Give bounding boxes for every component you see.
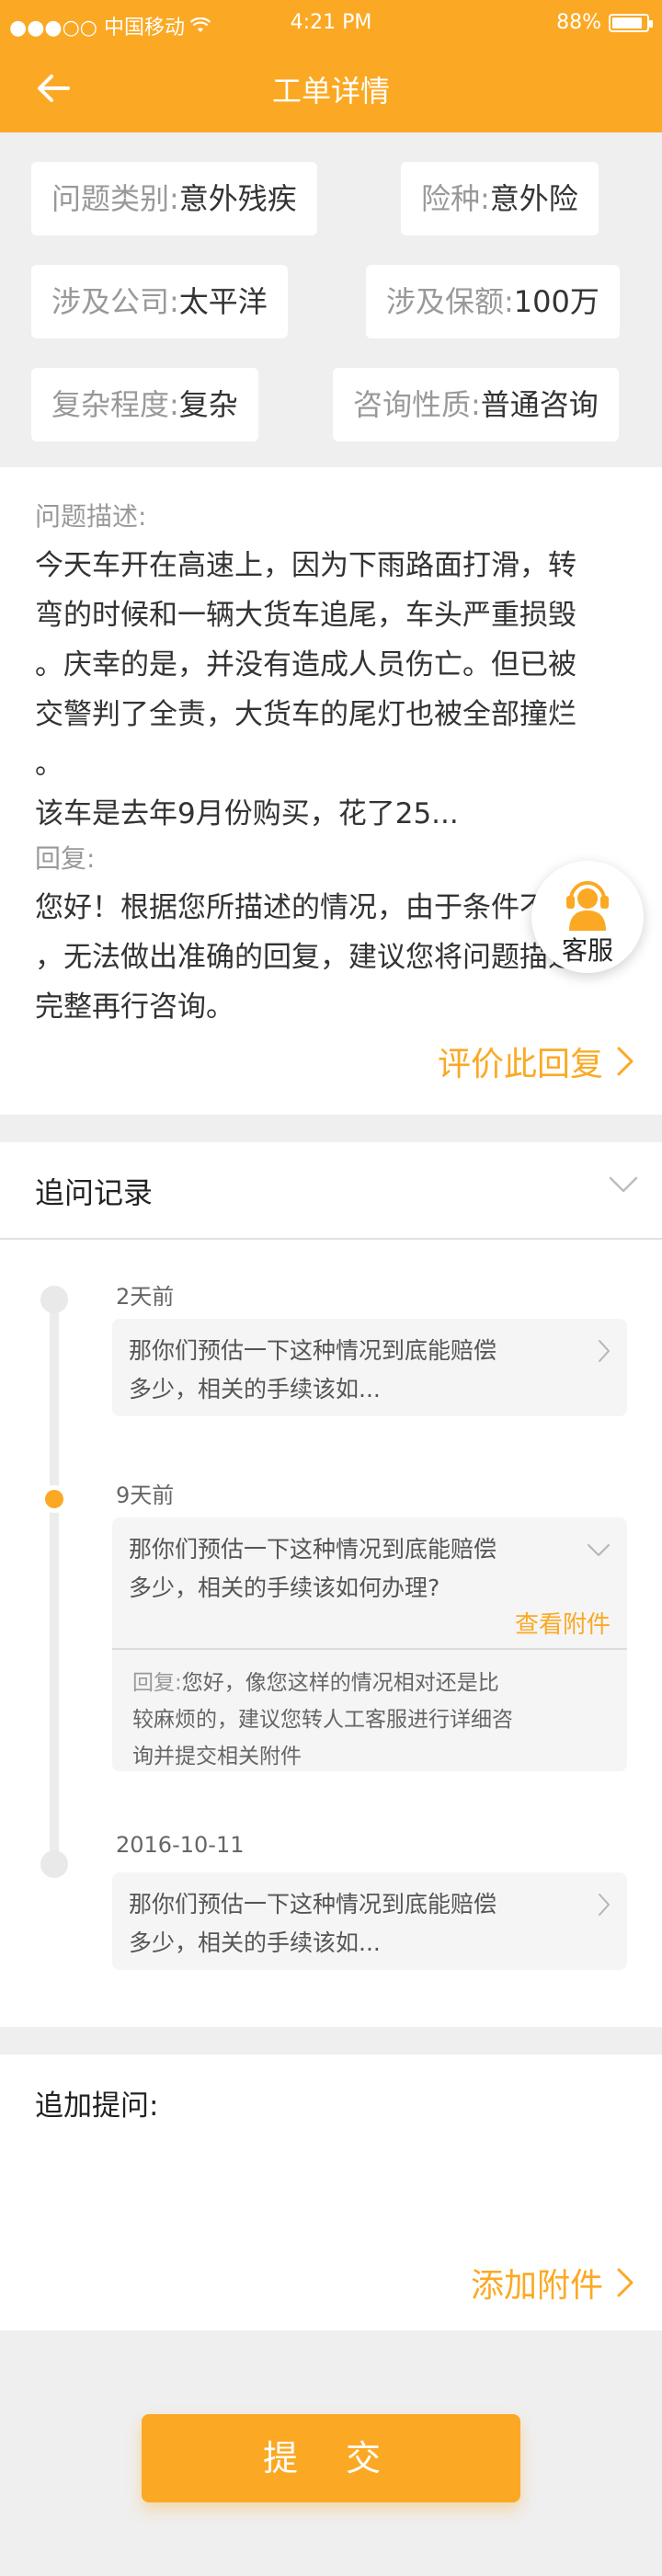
submit-button[interactable]: 提 交 bbox=[142, 2414, 520, 2502]
add-question-card: 追加提问: 添加附件 bbox=[0, 2055, 662, 2330]
tag-value: 100万 bbox=[513, 284, 599, 319]
description-line: 今天车开在高速上，因为下雨路面打滑，转 bbox=[35, 549, 576, 582]
followup-reply-key: 回复: bbox=[132, 1671, 182, 1695]
tag-company: 涉及公司:太平洋 bbox=[31, 265, 288, 338]
reply-line: 完整再行咨询。 bbox=[35, 990, 234, 1024]
customer-service-button[interactable]: 客服 bbox=[531, 861, 644, 973]
followup-date: 2016-10-11 bbox=[116, 1832, 245, 1858]
tag-value: 太平洋 bbox=[178, 284, 268, 319]
followup-question: 那你们预估一下这种情况到底能赔偿 多少，相关的手续该如... bbox=[129, 1885, 570, 1963]
followup-date: 2天前 bbox=[116, 1284, 175, 1310]
followup-question-line: 那你们预估一下这种情况到底能赔偿 bbox=[129, 1891, 497, 1918]
chevron-down-icon bbox=[588, 1544, 610, 1556]
tag-key: 问题类别: bbox=[51, 181, 179, 216]
description-line: 弯的时候和一辆大货车追尾，车头严重损毁 bbox=[35, 599, 576, 632]
headset-agent-icon bbox=[566, 881, 609, 931]
timeline-dot bbox=[40, 1286, 68, 1313]
description-line: 该车是去年9月份购买，花了25... bbox=[35, 797, 459, 830]
chevron-right-icon bbox=[599, 1340, 610, 1362]
followup-date: 9天前 bbox=[116, 1483, 175, 1508]
tag-sum-insured: 涉及保额:100万 bbox=[366, 265, 620, 338]
tag-key: 涉及保额: bbox=[386, 284, 514, 319]
chevron-right-icon bbox=[617, 2268, 633, 2297]
page-title: 工单详情 bbox=[271, 74, 390, 109]
timeline-line bbox=[50, 1299, 59, 1860]
status-bar: ●●●○○ 中国移动 4:21 PM 88% bbox=[0, 0, 662, 48]
chevron-right-icon bbox=[617, 1047, 633, 1076]
reply-label: 回复: bbox=[35, 843, 96, 874]
tag-key: 涉及公司: bbox=[51, 284, 179, 319]
battery-fill bbox=[612, 17, 642, 29]
add-question-input[interactable] bbox=[35, 2137, 623, 2248]
tag-problem-category: 问题类别:意外残疾 bbox=[31, 162, 317, 235]
followup-question: 那你们预估一下这种情况到底能赔偿 多少，相关的手续该如何办理? bbox=[129, 1530, 570, 1608]
tag-value: 意外残疾 bbox=[178, 181, 297, 216]
followup-question-line: 多少，相关的手续该如... bbox=[129, 1376, 381, 1402]
followup-header[interactable]: 追问记录 bbox=[0, 1142, 662, 1240]
tag-key: 咨询性质: bbox=[353, 387, 481, 422]
customer-service-label: 客服 bbox=[561, 935, 613, 966]
tag-key: 复杂程度: bbox=[51, 387, 179, 422]
battery-percent: 88% bbox=[556, 11, 601, 34]
followup-question-line: 多少，相关的手续该如何办理? bbox=[129, 1574, 440, 1601]
tag-value: 普通咨询 bbox=[480, 387, 599, 422]
rate-reply-label: 评价此回复 bbox=[437, 1046, 603, 1083]
followup-reply: 回复:您好，像您这样的情况相对还是比 较麻烦的，建议您转人工客服进行详细咨 询并… bbox=[112, 1648, 627, 1771]
followup-title: 追问记录 bbox=[35, 1175, 154, 1210]
tag-value: 复杂 bbox=[178, 387, 238, 422]
chevron-down-icon bbox=[609, 1176, 638, 1193]
description-line: 。 bbox=[35, 748, 63, 781]
tag-key: 险种: bbox=[421, 181, 490, 216]
tag-complexity: 复杂程度:复杂 bbox=[31, 368, 258, 441]
followup-card: 追问记录 2天前 那你们预估一下这种情况到底能赔偿 多少，相关的手续该如... … bbox=[0, 1142, 662, 2027]
tag-insurance-type: 险种:意外险 bbox=[401, 162, 599, 235]
description-line: 交警判了全责，大货车的尾灯也被全部撞烂 bbox=[35, 698, 576, 731]
followup-question: 那你们预估一下这种情况到底能赔偿 多少，相关的手续该如... bbox=[129, 1332, 570, 1409]
add-question-title: 追加提问: bbox=[35, 2089, 159, 2123]
ticket-tags: 问题类别:意外残疾 险种:意外险 涉及公司:太平洋 涉及保额:100万 复杂程度… bbox=[0, 132, 662, 467]
tag-value: 意外险 bbox=[489, 181, 578, 216]
followup-question-line: 多少，相关的手续该如... bbox=[129, 1929, 381, 1956]
chevron-right-icon bbox=[599, 1894, 610, 1916]
nav-bar: 工单详情 bbox=[0, 48, 662, 132]
followup-reply-line: 回复:您好，像您这样的情况相对还是比 bbox=[132, 1665, 574, 1701]
rate-reply-link[interactable]: 评价此回复 bbox=[438, 1037, 634, 1085]
followup-item-expanded[interactable]: 那你们预估一下这种情况到底能赔偿 多少，相关的手续该如何办理? 查看附件 回复:… bbox=[112, 1517, 627, 1771]
description-card: 问题描述: 今天车开在高速上，因为下雨路面打滑，转 弯的时候和一辆大货车追尾，车… bbox=[0, 467, 662, 1115]
description-text: 今天车开在高速上，因为下雨路面打滑，转 弯的时候和一辆大货车追尾，车头严重损毁 … bbox=[35, 541, 633, 839]
timeline-dot-active bbox=[40, 1485, 68, 1513]
followup-reply-first: 您好，像您这样的情况相对还是比 bbox=[181, 1671, 499, 1695]
description-line: 。庆幸的是，并没有造成人员伤亡。但已被 bbox=[35, 648, 576, 681]
followup-question-line: 那你们预估一下这种情况到底能赔偿 bbox=[129, 1337, 497, 1364]
view-attachment-link[interactable]: 查看附件 bbox=[515, 1606, 611, 1640]
add-attachment-link[interactable]: 添加附件 bbox=[471, 2259, 634, 2307]
followup-reply-line: 较麻烦的，建议您转人工客服进行详细咨 bbox=[132, 1708, 513, 1732]
followup-reply-text: 回复:您好，像您这样的情况相对还是比 较麻烦的，建议您转人工客服进行详细咨 询并… bbox=[132, 1665, 574, 1775]
battery-group: 88% bbox=[556, 11, 653, 34]
followup-item[interactable]: 那你们预估一下这种情况到底能赔偿 多少，相关的手续该如... bbox=[112, 1872, 627, 1970]
timeline-dot bbox=[40, 1850, 68, 1878]
add-attachment-label: 添加附件 bbox=[470, 2267, 603, 2305]
tag-consult-nature: 咨询性质:普通咨询 bbox=[333, 368, 619, 441]
followup-question-line: 那你们预估一下这种情况到底能赔偿 bbox=[129, 1536, 497, 1563]
followup-item[interactable]: 那你们预估一下这种情况到底能赔偿 多少，相关的手续该如... bbox=[112, 1319, 627, 1416]
description-label: 问题描述: bbox=[35, 501, 147, 532]
followup-reply-line: 询并提交相关附件 bbox=[132, 1745, 302, 1769]
battery-icon bbox=[609, 13, 653, 32]
